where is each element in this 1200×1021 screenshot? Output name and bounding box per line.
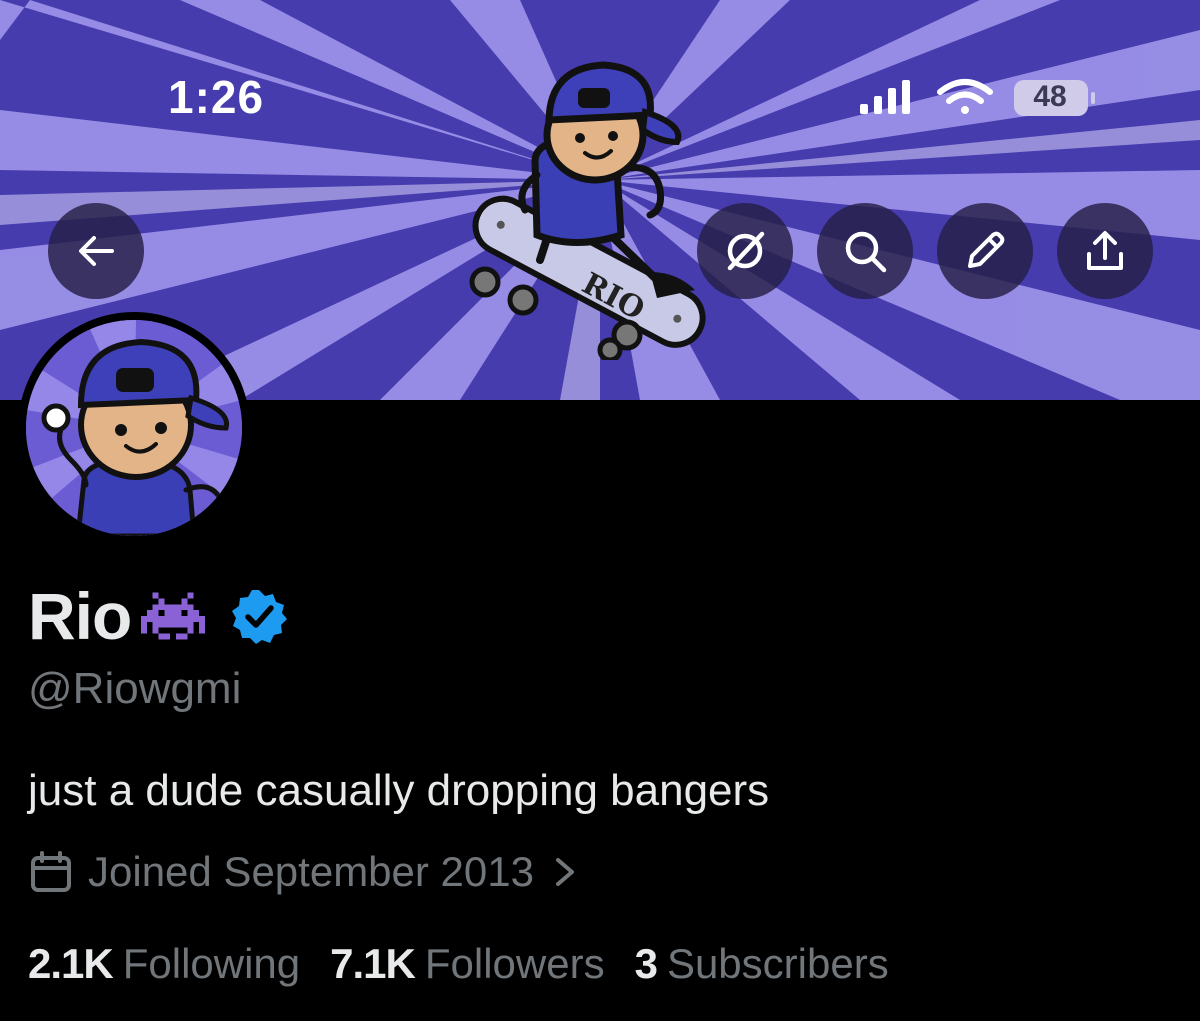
subscribers-stat[interactable]: 3 Subscribers [635,940,889,988]
profile-avatar[interactable] [18,312,250,544]
followers-count: 7.1K [330,940,416,987]
banner-mascot: RIO [469,61,706,360]
back-button[interactable] [48,203,144,299]
avatar-image [26,320,242,536]
following-count: 2.1K [28,940,114,987]
following-stat[interactable]: 2.1K Following [28,940,300,988]
user-handle: @Riowgmi [28,664,242,713]
share-button[interactable] [1057,203,1153,299]
profile-bio: just a dude casually dropping bangers [28,766,770,815]
chevron-right-icon [555,858,574,886]
edit-pencil-icon [968,231,1005,268]
share-icon [1087,231,1123,270]
joined-date: Joined September 2013 [88,848,534,895]
joined-date-row[interactable]: Joined September 2013 [28,848,580,896]
verified-badge-icon[interactable] [231,588,288,644]
grok-button[interactable] [697,203,793,299]
followers-stat[interactable]: 7.1K Followers [330,940,604,988]
grok-icon [727,231,765,271]
calendar-icon [31,851,71,892]
back-arrow-icon [79,236,114,266]
alien-monster-icon [141,592,206,640]
status-time: 1:26 [168,71,265,123]
edit-button[interactable] [937,203,1033,299]
followers-label: Followers [424,940,605,987]
name-row: Rio [28,578,288,654]
battery-level: 48 [1033,80,1067,113]
search-icon [845,231,887,273]
following-label: Following [122,940,301,987]
subscribers-label: Subscribers [666,940,889,987]
display-name: Rio [28,579,132,653]
subscribers-count: 3 [634,940,658,987]
wifi-icon [937,79,993,114]
follow-stats: 2.1K Following 7.1K Followers 3 Subscrib… [28,940,919,988]
signal-icon [860,80,910,114]
search-button[interactable] [817,203,913,299]
